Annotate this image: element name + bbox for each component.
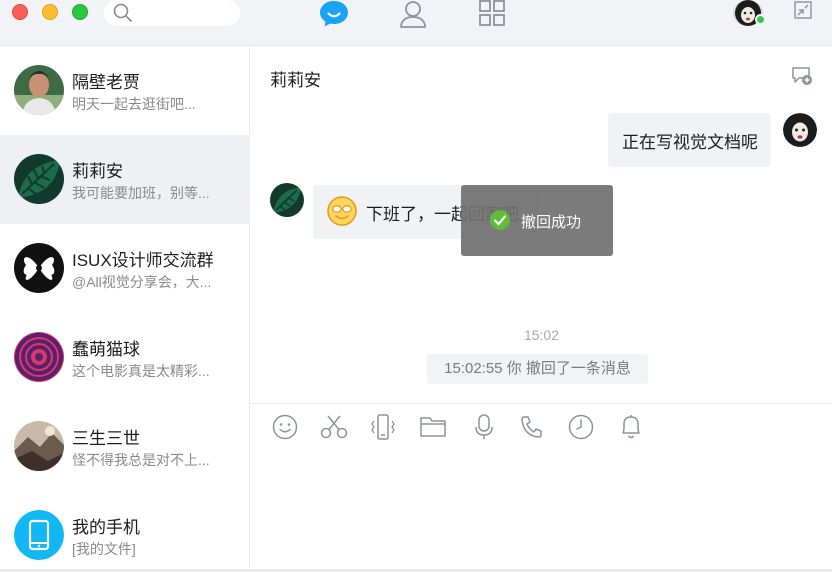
avatar [14,154,64,204]
time-divider: 15:02 [523,327,560,343]
input-divider [251,403,832,404]
voice-button[interactable] [469,412,499,442]
conversation-preview: 我可能要加班，别等... [72,185,210,201]
smiley-glasses-emoji [327,196,357,226]
conversation-name: 三生三世 [72,429,140,448]
avatar [14,243,64,293]
emoji-icon [272,414,298,440]
my-message-avatar[interactable] [783,113,817,147]
conversation-item[interactable]: 蠢萌猫球 这个电影真是太精彩... [0,313,250,402]
shake-button[interactable] [368,412,398,442]
shrink-window-icon [794,1,812,19]
shrink-window-button[interactable] [794,1,812,19]
phone-icon [14,510,64,560]
phone-call-icon [521,416,542,438]
contacts-icon [400,1,426,28]
input-toolbar [251,412,832,446]
conversation-item[interactable]: 隔壁老贾 明天一起去逛街吧... [0,46,250,135]
add-chat-button[interactable] [791,66,813,91]
outgoing-message[interactable]: 正在写视觉文档呢 [608,113,771,167]
shake-phone-icon [371,414,395,440]
conversation-preview: 怪不得我总是对不上... [72,452,210,468]
conversation-preview: 明天一起去逛街吧... [72,96,196,112]
folder-icon [420,417,446,437]
minimize-window-button[interactable] [42,4,58,20]
avatar [14,65,64,115]
chat-panel: 莉莉安 正在写视觉文档呢 下班了，一起回家吧 撤回成功 15:02 15:02:… [251,46,832,572]
tab-contacts[interactable] [397,0,429,28]
bell-icon [622,415,640,439]
conversation-item-active[interactable]: 莉莉安 我可能要加班，别等... [0,135,250,224]
conversation-name: 我的手机 [72,518,140,537]
conversation-preview: [我的文件] [72,541,136,557]
tab-apps[interactable] [476,0,508,28]
online-status-dot [755,14,766,25]
recall-success-toast: 撤回成功 [461,185,613,256]
emoji-button[interactable] [270,412,300,442]
recall-notice: 15:02:55 你 撤回了一条消息 [427,354,648,384]
contact-message-avatar[interactable] [270,183,304,217]
conversation-preview: 这个电影真是太精彩... [72,363,210,379]
microphone-icon [475,414,493,439]
add-chat-icon [792,67,812,85]
check-circle-icon [490,210,510,230]
send-file-button[interactable] [418,412,448,442]
apps-grid-icon [479,0,505,26]
conversation-preview: @All视觉分享会，大... [72,274,212,290]
conversation-item[interactable]: 我的手机 [我的文件] [0,491,250,572]
conversation-item[interactable]: 三生三世 怪不得我总是对不上... [0,402,250,491]
screenshot-button[interactable] [319,412,349,442]
conversation-name: 隔壁老贾 [72,73,140,92]
conversation-name: ISUX设计师交流群 [72,251,214,270]
maximize-window-button[interactable] [72,4,88,20]
chat-title: 莉莉安 [270,71,321,90]
search-input[interactable] [104,0,240,26]
history-clock-icon [568,414,594,440]
conversation-name: 蠢萌猫球 [72,340,140,359]
conversation-name: 莉莉安 [72,162,123,181]
conversation-list: 隔壁老贾 明天一起去逛街吧... 莉莉安 我可能要加班，别等... ISUX设计… [0,46,250,572]
avatar [14,332,64,382]
remind-button[interactable] [616,412,646,442]
toast-text: 撤回成功 [521,214,582,231]
message-text: 正在写视觉文档呢 [622,133,758,152]
history-button[interactable] [566,412,596,442]
avatar [14,421,64,471]
title-bar [0,0,832,46]
scissors-icon [320,415,348,439]
tab-messages[interactable] [318,0,350,28]
chat-bubble-icon [320,1,348,27]
call-button[interactable] [517,412,547,442]
avatar [14,510,64,560]
search-icon [113,3,132,22]
conversation-item[interactable]: ISUX设计师交流群 @All视觉分享会，大... [0,224,250,313]
close-window-button[interactable] [12,4,28,20]
